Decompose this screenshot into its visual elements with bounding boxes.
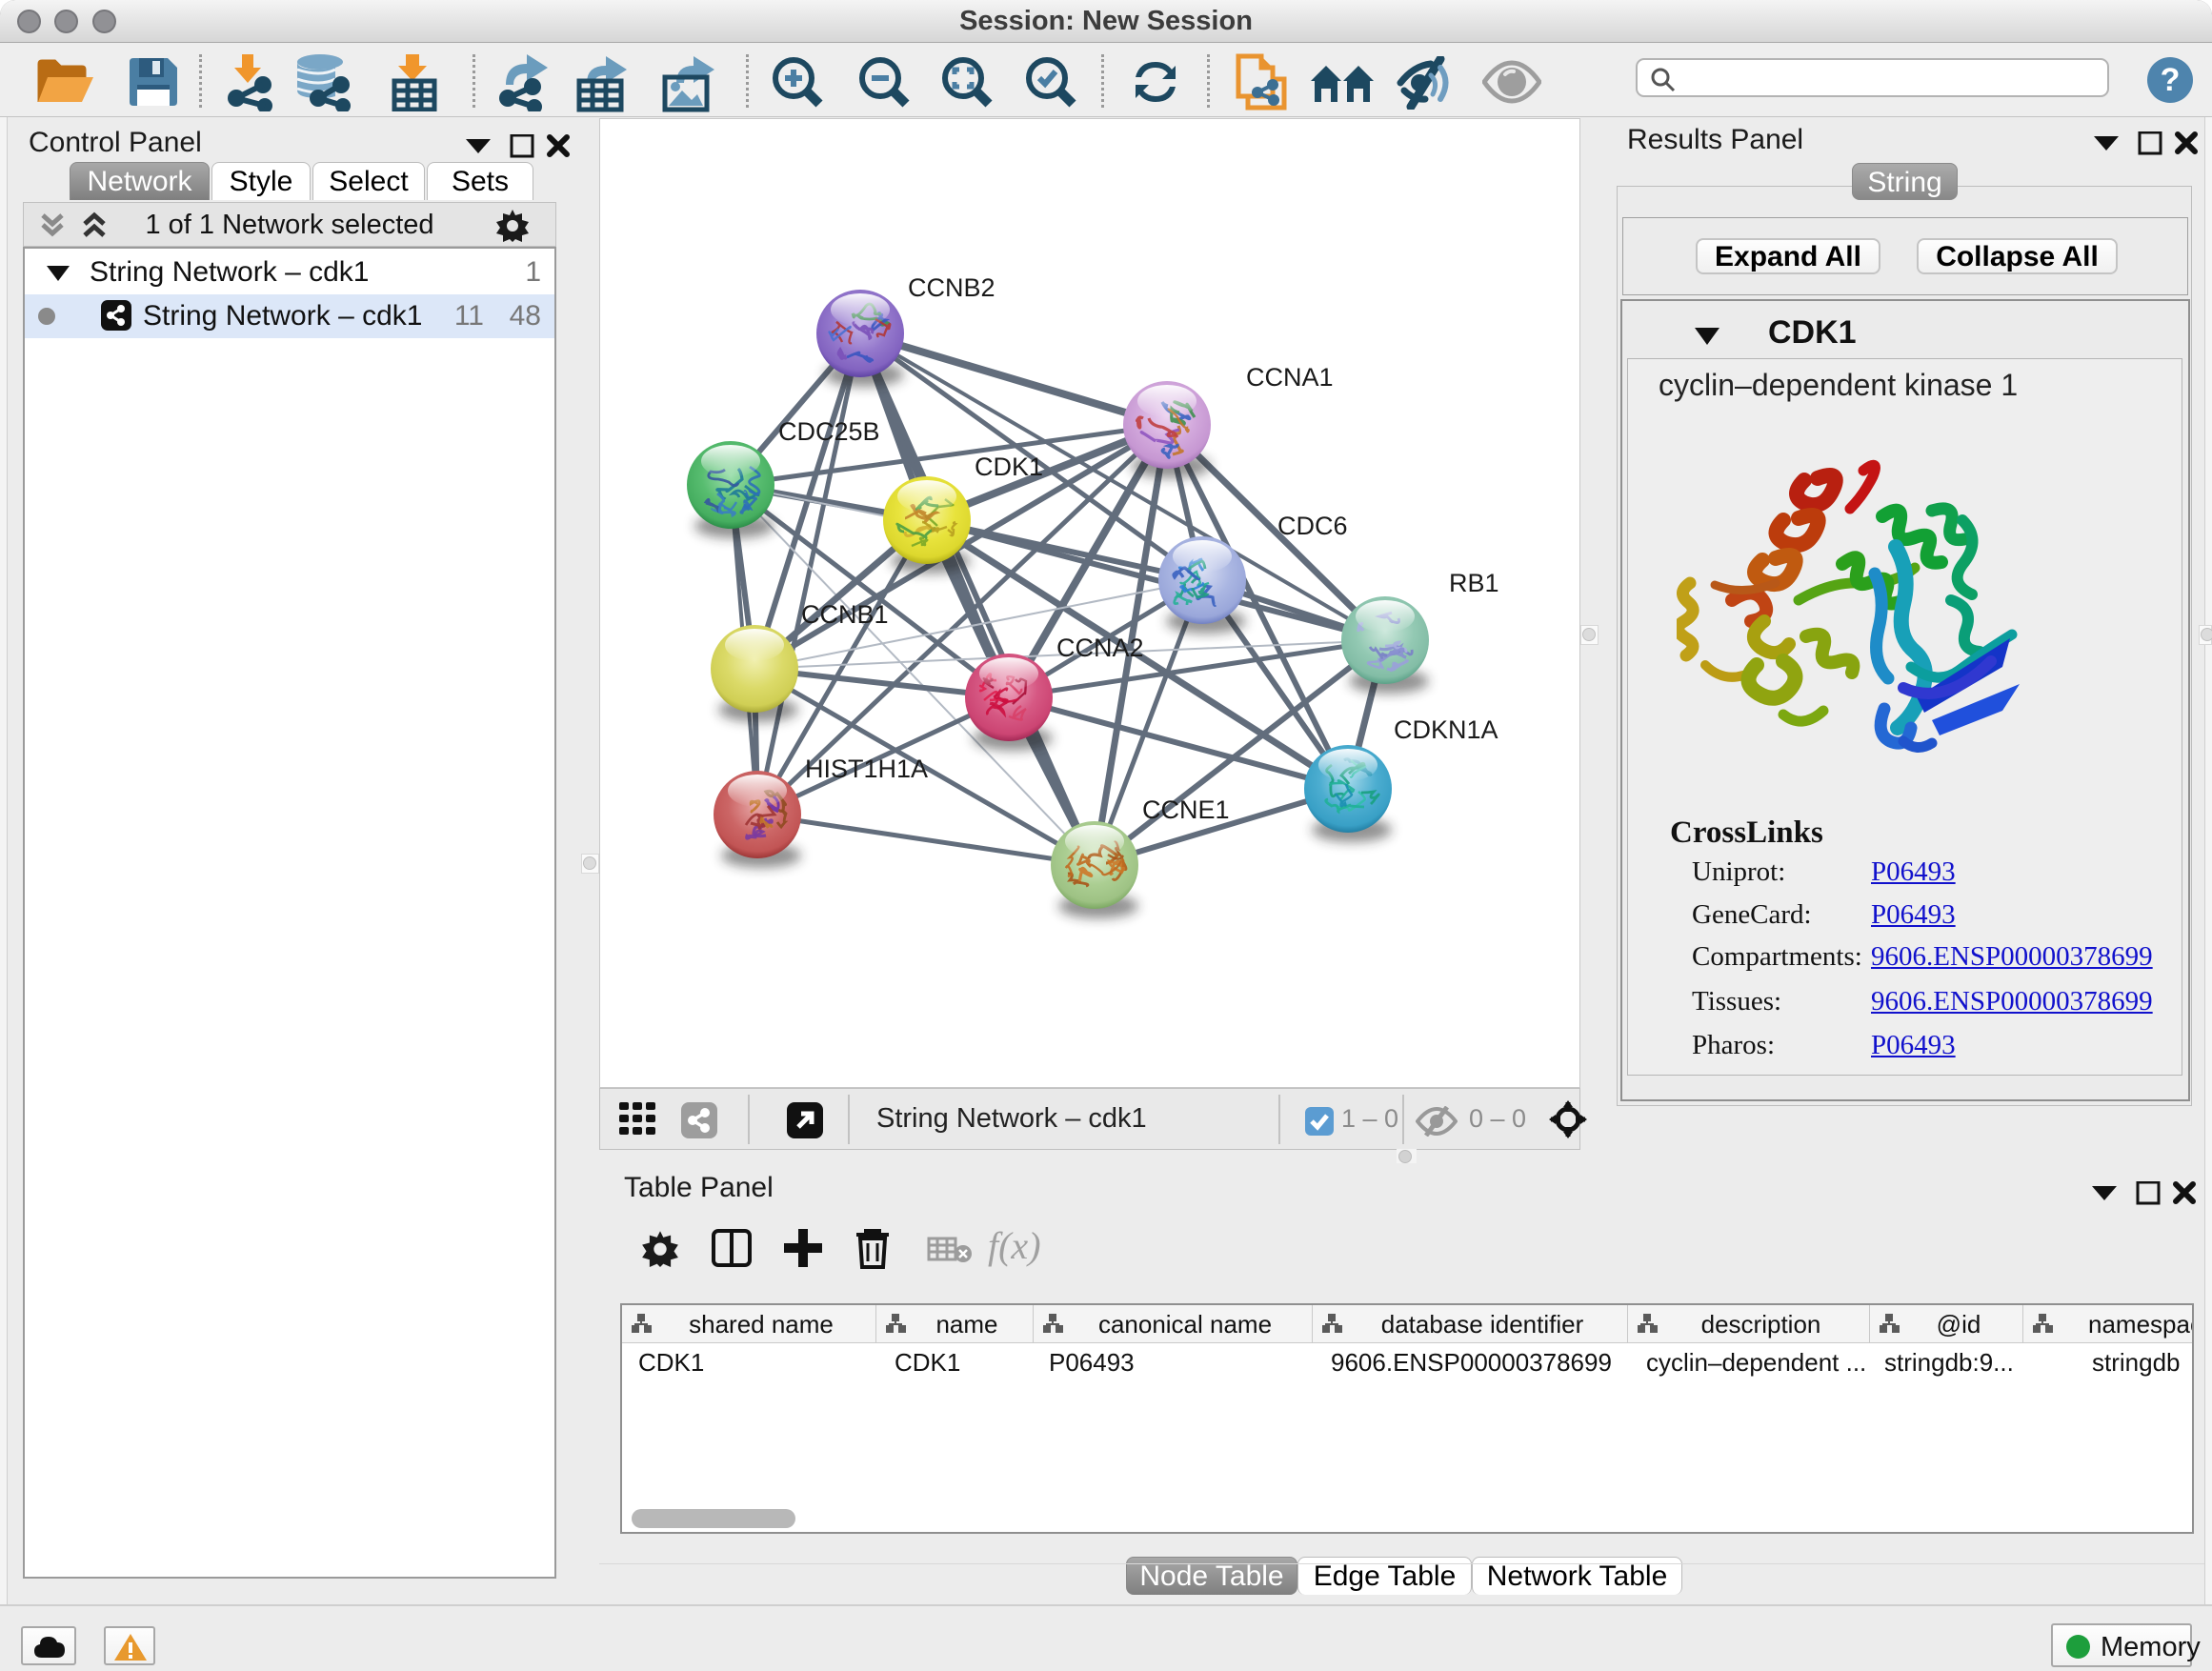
svg-text:CCNA1: CCNA1 [1246,363,1334,392]
svg-text:CCNB1: CCNB1 [801,600,889,629]
svg-text:CCNB2: CCNB2 [908,273,995,302]
svg-text:CCNE1: CCNE1 [1142,795,1230,824]
svg-text:RB1: RB1 [1449,569,1499,597]
svg-text:CDC6: CDC6 [1277,512,1348,540]
svg-text:CDC25B: CDC25B [778,417,880,446]
svg-text:CCNA2: CCNA2 [1056,634,1144,662]
svg-text:?: ? [2161,62,2181,98]
svg-text:CDKN1A: CDKN1A [1394,715,1498,744]
svg-text:CDK1: CDK1 [975,453,1043,481]
svg-text:HIST1H1A: HIST1H1A [805,755,928,783]
